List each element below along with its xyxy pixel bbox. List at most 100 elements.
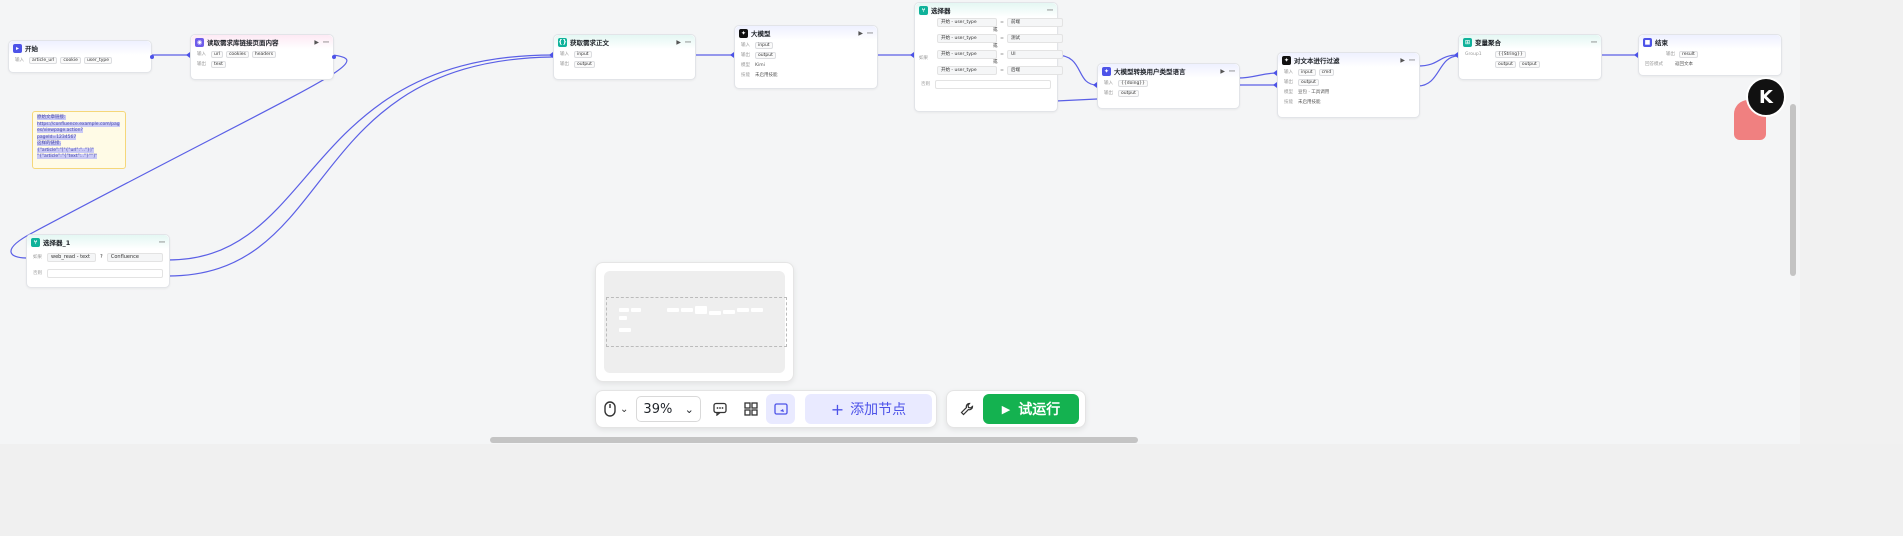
horizontal-scrollbar[interactable] [490, 437, 1138, 443]
zoom-value: 39% [643, 401, 673, 417]
condition-row[interactable]: 开始 - user_type = 测试 [937, 33, 1063, 43]
selector-icon: ⑂ [31, 237, 40, 247]
node-start[interactable]: ▸ 开始 输入 article_url cookie user_type [8, 40, 154, 73]
condition-row[interactable]: 如果 web_read - text ? Confluence [27, 252, 169, 262]
edge-convert-filter-b [1237, 72, 1278, 79]
interaction-mode-button[interactable]: ⌄ [600, 394, 632, 424]
output-label: 输出 [197, 62, 206, 67]
node-selector-1[interactable]: ⑂ 选择器_1 ⋯ 如果 web_read - text ? Confluenc… [26, 234, 170, 288]
add-node-button[interactable]: + 添加节点 [804, 394, 933, 424]
auto-layout-button[interactable] [735, 394, 766, 424]
else-row: 否则 [915, 79, 1057, 89]
run-node-icon[interactable]: ▶ [676, 39, 681, 46]
workflow-canvas[interactable]: ▸ 开始 输入 article_url cookie user_type ◉ 读… [0, 0, 1800, 444]
condition-value: 前端 [1007, 17, 1063, 27]
debug-settings-button[interactable] [951, 394, 983, 424]
model-label: 模型 [1284, 90, 1293, 95]
node-title: 读取需求库链接页面内容 [207, 39, 279, 47]
more-icon[interactable]: ⋯ [159, 239, 165, 246]
output-port[interactable] [150, 55, 154, 59]
else-label: 否则 [33, 271, 42, 276]
note-line: 原始文章链接: [37, 115, 66, 120]
more-icon[interactable]: ⋯ [1047, 7, 1053, 14]
param-tag: cookies [225, 50, 249, 58]
else-label: 否则 [921, 82, 930, 87]
minimap-node [737, 308, 749, 312]
edge-selector1-body-b [167, 56, 554, 277]
group-outputs: output output [1459, 59, 1601, 69]
more-icon[interactable]: ⋯ [867, 30, 873, 37]
zoom-select[interactable]: 39% ⌄ [636, 396, 701, 422]
more-icon[interactable]: ⋯ [685, 39, 691, 46]
node-inputs: 输入 input [554, 49, 695, 59]
more-icon[interactable]: ⋯ [323, 39, 329, 46]
minimap-icon [773, 403, 788, 415]
condition-row[interactable]: 开始 - user_type = UI [937, 49, 1063, 59]
node-get-body[interactable]: {} 获取需求正文 ▶ ⋯ 输入 input 输出 output [553, 34, 696, 80]
sticky-note[interactable]: 原始文章链接: https://confluence.example.com/p… [32, 111, 126, 169]
run-node-icon[interactable]: ▶ [1400, 57, 1405, 64]
minimap-node [709, 311, 721, 315]
edge-selector1-body-a [167, 54, 554, 261]
minimap-viewport[interactable] [606, 297, 787, 347]
minimap-toggle-button[interactable] [766, 394, 795, 424]
minimap[interactable] [595, 262, 794, 382]
more-icon[interactable]: ⋯ [1229, 68, 1235, 75]
node-header: ⑂ 选择器_1 ⋯ [27, 235, 169, 249]
node-inputs: 输入 article_url cookie user_type [9, 55, 151, 65]
skill-value: 未启用技能 [1298, 100, 1321, 105]
note-line: 这样的链接, [37, 141, 61, 146]
node-convert-user-type[interactable]: ✦ 大模型转换用户类型语言 ▶ ⋯ 输入 {{doing}} 输出 output [1097, 63, 1240, 109]
node-inputs: 输入 input cmd [1278, 67, 1419, 77]
canvas-toolbar: ⌄ 39% ⌄ + 添加节点 [595, 390, 937, 428]
assistant-avatar[interactable]: K [1746, 77, 1786, 117]
node-header: ▸ 开始 [9, 41, 151, 55]
param-tag: input [1298, 68, 1316, 76]
vertical-scrollbar[interactable] [1790, 104, 1796, 276]
node-end[interactable]: ■ 结束 输出 result 回答模式 返回文本 [1638, 34, 1782, 76]
else-row: 否则 [27, 268, 169, 278]
condition-op: = [1000, 35, 1004, 41]
node-outputs: 输出 output [1098, 88, 1239, 98]
run-node-icon[interactable]: ▶ [858, 30, 863, 37]
llm-icon: ✦ [1102, 66, 1111, 76]
node-title: 获取需求正文 [570, 39, 609, 47]
output-port[interactable] [332, 55, 336, 59]
model-label: 模型 [741, 63, 750, 68]
note-line: "{"article":"{"text":.."}""]" [37, 154, 97, 159]
node-title: 开始 [25, 45, 38, 53]
chevron-down-icon: ⌄ [684, 402, 694, 416]
node-inputs: 输入 input [735, 40, 877, 50]
node-selector[interactable]: ⑂ 选择器 ⋯ 如果 开始 - user_type = 前端 或 开始 - user… [914, 2, 1063, 112]
node-title: 变量聚合 [1475, 39, 1501, 47]
param-tag: article_url [29, 56, 58, 64]
node-header: ✦ 大模型转换用户类型语言 ▶ ⋯ [1098, 64, 1239, 78]
node-fetch-page[interactable]: ◉ 读取需求库链接页面内容 ▶ ⋯ 输入 url cookies headers … [190, 34, 336, 80]
more-icon[interactable]: ⋯ [1591, 39, 1597, 46]
node-text-filter[interactable]: ✦ 对文本进行过滤 ▶ ⋯ 输入 input cmd 输出 output 模型 豆… [1277, 52, 1420, 118]
end-icon: ■ [1643, 37, 1652, 47]
run-toolbar: ▶ 试运行 [946, 390, 1086, 428]
model-value: 豆包 · 工具调用 [1298, 90, 1330, 95]
comment-button[interactable] [705, 394, 736, 424]
condition-row[interactable]: 开始 - user_type = 后端 [937, 65, 1063, 75]
node-variable-aggregate[interactable]: ⊞ 变量聚合 ⋯ Group1 {{String}} output output [1458, 34, 1602, 80]
skill-label: 技能 [741, 73, 750, 78]
node-llm[interactable]: ✦ 大模型 ▶ ⋯ 输入 input 输出 output 模型 Kimi 技能 未… [734, 25, 878, 89]
run-node-icon[interactable]: ▶ [1220, 68, 1225, 75]
avatar-label: K [1759, 86, 1773, 108]
start-icon: ▸ [13, 43, 22, 53]
note-line: es/viewpage.action?pageId=1234567 [37, 128, 83, 140]
run-node-icon[interactable]: ▶ [314, 39, 319, 46]
output-label: 输出 [1284, 80, 1293, 85]
condition-row[interactable]: 开始 - user_type = 前端 [937, 17, 1063, 27]
node-title: 选择器 [931, 7, 951, 15]
test-run-button[interactable]: ▶ 试运行 [983, 394, 1079, 424]
condition-op: = [1000, 67, 1004, 73]
param-tag: cookie [60, 56, 81, 64]
llm-icon: ✦ [1282, 55, 1291, 65]
more-icon[interactable]: ⋯ [1409, 57, 1415, 64]
node-title: 结束 [1655, 39, 1668, 47]
input-label: 输入 [1284, 70, 1293, 75]
if-label: 如果 [33, 255, 42, 260]
